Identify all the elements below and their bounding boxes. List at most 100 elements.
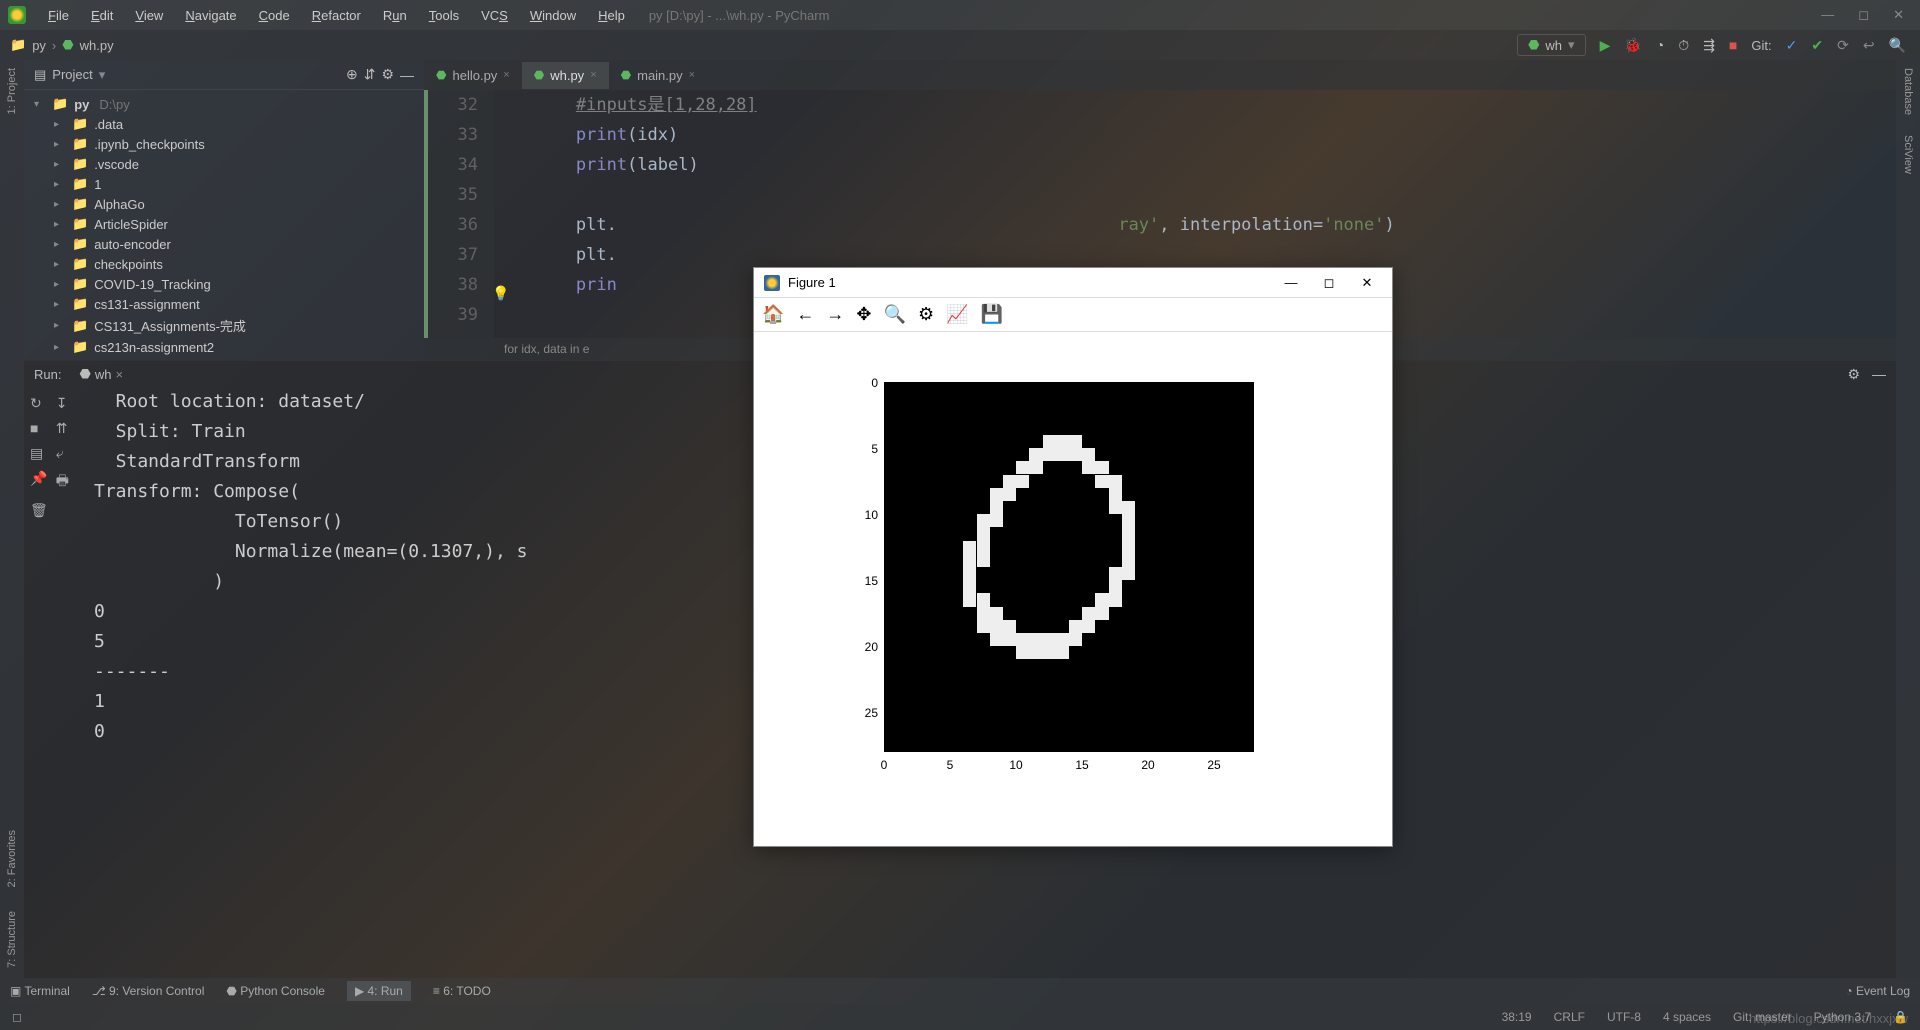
back-icon[interactable]: ← xyxy=(796,304,814,325)
project-tree-item[interactable]: ▸📁cs213n-assignment2 xyxy=(24,337,424,357)
run-button-icon[interactable]: ▶ xyxy=(1600,37,1611,54)
menu-refactor[interactable]: Refactor xyxy=(302,4,371,27)
git-update-icon[interactable]: ✓ xyxy=(1786,37,1798,54)
breadcrumb-file[interactable]: wh.py xyxy=(80,38,114,53)
editor-tab[interactable]: ⬣hello.py× xyxy=(424,62,522,89)
configure-icon[interactable]: ⚙ xyxy=(918,304,934,325)
intention-bulb-icon[interactable]: 💡 xyxy=(492,279,509,309)
menu-window[interactable]: Window xyxy=(520,4,586,27)
pin-icon[interactable]: 📌 xyxy=(30,470,48,494)
collapse-icon[interactable]: ⇵ xyxy=(364,66,376,83)
event-log[interactable]: ◔ Event Log xyxy=(1845,984,1910,998)
close-tab-icon[interactable]: × xyxy=(689,69,695,81)
minimize-icon[interactable]: — xyxy=(1821,7,1834,23)
project-root-name[interactable]: py xyxy=(74,97,89,112)
figure-minimize-icon[interactable]: — xyxy=(1276,275,1306,290)
tool-python-console[interactable]: ⬣ Python Console xyxy=(226,984,325,998)
run-tab[interactable]: ⬣ wh × xyxy=(71,364,131,384)
chevron-down-icon[interactable]: ▾ xyxy=(99,67,106,83)
menu-view[interactable]: View xyxy=(125,4,173,27)
forward-icon[interactable]: → xyxy=(826,304,844,325)
project-tree-item[interactable]: ▸📁CS131_Assignments-完成 xyxy=(24,314,424,337)
rerun-icon[interactable]: ↻ xyxy=(30,395,48,412)
project-tree-item[interactable]: ▸📁AlphaGo xyxy=(24,194,424,214)
tool-window-favorites[interactable]: 2: Favorites xyxy=(6,830,18,887)
step-icon[interactable]: ↧ xyxy=(56,395,72,412)
attach-icon[interactable]: ⇶ xyxy=(1703,37,1715,54)
stop-icon[interactable]: ■ xyxy=(30,420,48,437)
up-icon[interactable]: ⇈ xyxy=(56,420,72,437)
project-tree[interactable]: ▾📁 py D:\py ▸📁.data▸📁.ipynb_checkpoints▸… xyxy=(24,90,424,360)
git-commit-icon[interactable]: ✔ xyxy=(1811,37,1823,54)
settings-icon[interactable]: ⚙ xyxy=(381,66,394,83)
coverage-icon[interactable]: ◔ xyxy=(1656,37,1664,53)
tool-run[interactable]: ▶ 4: Run xyxy=(347,981,411,1001)
debug-button-icon[interactable]: 🐞 xyxy=(1624,37,1641,54)
project-tree-item[interactable]: ▸📁checkpoints xyxy=(24,254,424,274)
project-tree-item[interactable]: ▸📁1 xyxy=(24,174,424,194)
tool-terminal[interactable]: ▣ Terminal xyxy=(10,984,70,998)
x-tick-label: 5 xyxy=(940,758,960,772)
project-title[interactable]: Project xyxy=(52,67,92,82)
run-settings-icon[interactable]: ⚙ xyxy=(1847,366,1860,383)
home-icon[interactable]: 🏠 xyxy=(762,304,784,325)
tool-window-database[interactable]: Database xyxy=(1902,68,1914,115)
tool-window-sciview[interactable]: SciView xyxy=(1902,135,1914,174)
close-icon[interactable]: ✕ xyxy=(1893,7,1904,23)
run-configuration-selector[interactable]: ⬣ wh ▾ xyxy=(1517,34,1586,56)
locate-icon[interactable]: ⊕ xyxy=(346,66,358,83)
trash-icon[interactable]: 🗑 xyxy=(30,502,48,519)
menu-file[interactable]: File xyxy=(38,4,79,27)
figure-titlebar[interactable]: Figure 1 — ◻ ✕ xyxy=(754,268,1392,298)
menu-vcs[interactable]: VCS xyxy=(471,4,518,27)
y-tick-label: 20 xyxy=(854,640,878,654)
project-tree-item[interactable]: ▸📁.ipynb_checkpoints xyxy=(24,134,424,154)
print-icon[interactable]: 🖶 xyxy=(56,470,72,494)
layout-icon[interactable]: ▤ xyxy=(30,445,48,462)
tool-window-structure[interactable]: 7: Structure xyxy=(6,911,18,968)
menu-help[interactable]: Help xyxy=(588,4,635,27)
hide-icon[interactable]: — xyxy=(400,67,414,83)
menu-tools[interactable]: Tools xyxy=(419,4,469,27)
menu-navigate[interactable]: Navigate xyxy=(175,4,246,27)
project-tree-item[interactable]: ▸📁auto-encoder xyxy=(24,234,424,254)
pan-icon[interactable]: ✥ xyxy=(856,304,871,325)
project-tree-item[interactable]: ▸📁.data xyxy=(24,114,424,134)
status-indent[interactable]: 4 spaces xyxy=(1663,1010,1711,1024)
project-tree-item[interactable]: ▸📁.vscode xyxy=(24,154,424,174)
figure-window[interactable]: Figure 1 — ◻ ✕ 🏠 ← → ✥ 🔍 ⚙ 📈 💾 051015202… xyxy=(753,267,1393,847)
x-tick-label: 15 xyxy=(1072,758,1092,772)
status-encoding[interactable]: UTF-8 xyxy=(1607,1010,1641,1024)
menu-code[interactable]: Code xyxy=(249,4,300,27)
zoom-icon[interactable]: 🔍 xyxy=(884,304,906,325)
status-eol[interactable]: CRLF xyxy=(1554,1010,1585,1024)
menu-run[interactable]: Run xyxy=(373,4,417,27)
close-tab-icon[interactable]: × xyxy=(590,69,596,81)
figure-maximize-icon[interactable]: ◻ xyxy=(1314,275,1344,291)
git-history-icon[interactable]: ⟳ xyxy=(1837,37,1849,54)
status-quick-icon[interactable]: ◻ xyxy=(12,1010,22,1024)
maximize-icon[interactable]: ◻ xyxy=(1858,7,1869,23)
editor-tab[interactable]: ⬣wh.py× xyxy=(522,62,609,89)
close-tab-icon[interactable]: × xyxy=(503,69,509,81)
tool-window-project[interactable]: 1: Project xyxy=(6,68,18,114)
save-icon[interactable]: 💾 xyxy=(981,304,1003,325)
run-hide-icon[interactable]: — xyxy=(1872,366,1886,383)
profile-icon[interactable]: ⏱ xyxy=(1678,37,1689,54)
project-tree-item[interactable]: ▸📁cs131-assignment xyxy=(24,294,424,314)
tool-todo[interactable]: ≡ 6: TODO xyxy=(433,984,491,998)
project-tree-item[interactable]: ▸📁COVID-19_Tracking xyxy=(24,274,424,294)
breadcrumb-folder[interactable]: py xyxy=(32,38,46,53)
tool-vcs[interactable]: ⎇ 9: Version Control xyxy=(92,984,205,998)
git-revert-icon[interactable]: ↩ xyxy=(1863,37,1875,54)
close-tab-icon[interactable]: × xyxy=(115,367,123,382)
edit-axes-icon[interactable]: 📈 xyxy=(946,304,968,325)
editor-tab[interactable]: ⬣main.py× xyxy=(609,62,707,89)
menu-edit[interactable]: Edit xyxy=(81,4,123,27)
stop-button-icon[interactable]: ■ xyxy=(1729,37,1737,53)
figure-close-icon[interactable]: ✕ xyxy=(1352,275,1382,291)
project-tree-item[interactable]: ▸📁ArticleSpider xyxy=(24,214,424,234)
wrap-icon[interactable]: ⤶ xyxy=(56,445,72,462)
search-icon[interactable]: 🔍 xyxy=(1889,37,1906,54)
status-caret-pos[interactable]: 38:19 xyxy=(1502,1010,1532,1024)
